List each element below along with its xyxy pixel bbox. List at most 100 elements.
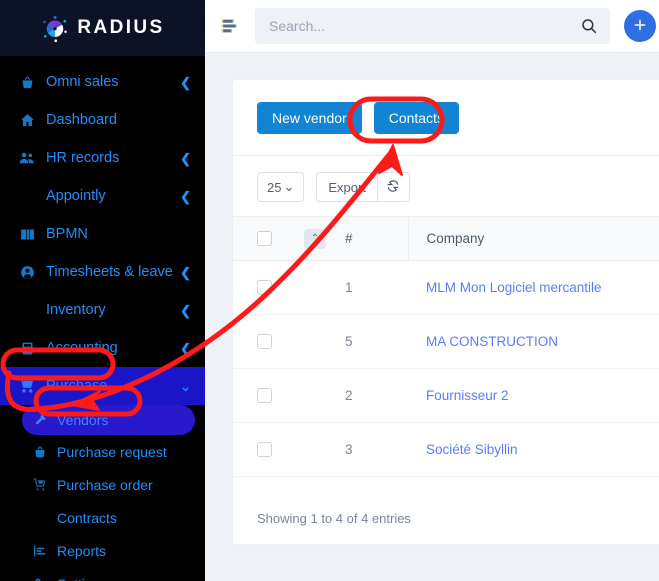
chevron-left-icon: ❮ xyxy=(180,302,191,318)
list-menu-icon[interactable] xyxy=(219,15,241,37)
company-link[interactable]: Fournisseur 2 xyxy=(426,388,509,403)
row-company-cell: MA CONSTRUCTION xyxy=(408,314,659,369)
chevron-left-icon: ❮ xyxy=(180,150,191,166)
vendors-table: ⌃ # Company 1 MLM Mon Logiciel mercantil… xyxy=(233,216,659,477)
sidebar-item-hr-records[interactable]: HR records ❮ xyxy=(0,139,205,177)
sidebar-item-label: Accounting xyxy=(46,340,118,356)
sidebar-item-label: Inventory xyxy=(46,302,106,318)
action-button-row: New vendor Contacts xyxy=(233,102,659,134)
chevron-left-icon: ❮ xyxy=(180,264,191,280)
topbar xyxy=(205,0,659,53)
row-num-cell: 2 xyxy=(331,368,408,423)
row-spacer-cell xyxy=(299,260,331,315)
search-box[interactable] xyxy=(255,8,610,44)
cart-plus-icon xyxy=(30,477,50,493)
row-checkbox[interactable] xyxy=(257,334,272,349)
sidebar-subitem-label: Setting xyxy=(57,576,191,581)
table-row[interactable]: 1 MLM Mon Logiciel mercantile xyxy=(233,260,659,315)
row-select-cell xyxy=(233,422,299,477)
company-link[interactable]: MLM Mon Logiciel mercantile xyxy=(426,280,602,295)
hammer-icon xyxy=(30,413,50,428)
chevron-left-icon: ❮ xyxy=(180,188,191,204)
sidebar-item-purchase-request[interactable]: Purchase request xyxy=(0,435,205,468)
brand-name: RADIUS xyxy=(77,17,165,38)
row-select-cell xyxy=(233,314,299,369)
book-icon xyxy=(16,226,38,243)
sidebar-item-dashboard[interactable]: Dashboard xyxy=(0,101,205,139)
basket-icon xyxy=(30,444,50,460)
row-num-cell: 3 xyxy=(331,422,408,477)
sidebar-item-timesheets-leave[interactable]: Timesheets & leave ❮ xyxy=(0,253,205,291)
row-checkbox[interactable] xyxy=(257,442,272,457)
table-body: 1 MLM Mon Logiciel mercantile 5 MA CONST… xyxy=(233,260,659,477)
bar-chart-icon xyxy=(30,543,50,559)
sidebar-item-reports[interactable]: Reports xyxy=(0,534,205,567)
sidebar-subitem-label: Purchase order xyxy=(57,476,153,493)
company-link[interactable]: Société Sibyllin xyxy=(426,442,518,457)
table-row[interactable]: 5 MA CONSTRUCTION xyxy=(233,314,659,369)
column-header-company[interactable]: Company xyxy=(407,216,659,261)
row-num-cell: 5 xyxy=(331,314,408,369)
row-spacer-cell xyxy=(299,368,331,423)
user-circle-icon xyxy=(16,264,38,281)
sidebar-item-accounting[interactable]: Accounting ❮ xyxy=(0,329,205,367)
app-root: RADIUS Omni sales ❮ Dashboard HR records… xyxy=(0,0,659,581)
row-checkbox[interactable] xyxy=(257,280,272,295)
row-spacer-cell xyxy=(299,422,331,477)
select-all-header xyxy=(233,216,299,261)
sidebar-item-label: BPMN xyxy=(46,226,88,242)
row-select-cell xyxy=(233,260,299,315)
chevron-left-icon: ❮ xyxy=(180,74,191,90)
sidebar-nav: Omni sales ❮ Dashboard HR records ❮ Appo… xyxy=(0,56,205,581)
sidebar-item-bpmn[interactable]: BPMN xyxy=(0,215,205,253)
sidebar-item-purchase-order[interactable]: Purchase order xyxy=(0,468,205,501)
row-company-cell: Fournisseur 2 xyxy=(408,368,659,423)
search-input[interactable] xyxy=(269,18,580,34)
sidebar-item-label: Dashboard xyxy=(46,112,117,128)
sort-ascending-icon[interactable]: ⌃ xyxy=(304,228,326,249)
page-length-select[interactable]: 25 ⌄ xyxy=(257,172,305,202)
row-company-cell: MLM Mon Logiciel mercantile xyxy=(408,260,659,315)
sidebar-item-appointly[interactable]: Appointly ❮ xyxy=(0,177,205,215)
sidebar: RADIUS Omni sales ❮ Dashboard HR records… xyxy=(0,0,205,581)
sidebar-subitem-label: Purchase request xyxy=(57,443,167,460)
column-header-num[interactable]: # xyxy=(331,216,408,261)
sidebar-item-label: Purchase xyxy=(46,378,108,394)
sidebar-item-label: Appointly xyxy=(46,188,106,204)
home-icon xyxy=(16,112,38,129)
cart-icon xyxy=(16,377,38,395)
sidebar-item-label: HR records xyxy=(46,150,120,166)
export-button[interactable]: Export xyxy=(316,172,378,202)
sidebar-item-setting[interactable]: Setting xyxy=(0,567,205,581)
row-spacer-cell xyxy=(299,314,331,369)
sidebar-item-label: Timesheets & leave xyxy=(46,264,173,280)
refresh-button[interactable] xyxy=(377,172,410,202)
page-length-value: 25 xyxy=(267,179,282,195)
sidebar-subitem-label: Contracts xyxy=(57,509,117,526)
search-icon[interactable] xyxy=(580,17,598,35)
row-select-cell xyxy=(233,368,299,423)
company-link[interactable]: MA CONSTRUCTION xyxy=(426,334,558,349)
basket-icon xyxy=(16,74,38,91)
table-row[interactable]: 2 Fournisseur 2 xyxy=(233,368,659,423)
contacts-button[interactable]: Contacts xyxy=(373,102,459,134)
sidebar-item-label: Omni sales xyxy=(46,74,119,90)
sidebar-item-vendors[interactable]: Vendors xyxy=(22,405,195,435)
sidebar-item-purchase[interactable]: Purchase ⌄ xyxy=(0,367,205,405)
new-vendor-button[interactable]: New vendor xyxy=(257,102,362,134)
sidebar-subitem-label: Vendors xyxy=(57,412,109,428)
gears-icon xyxy=(30,576,50,581)
sidebar-item-contracts[interactable]: Contracts xyxy=(0,501,205,534)
refresh-icon xyxy=(386,179,400,196)
chevron-down-icon: ⌄ xyxy=(180,378,191,394)
users-icon xyxy=(16,149,38,167)
sidebar-item-omni-sales[interactable]: Omni sales ❮ xyxy=(0,63,205,101)
table-row[interactable]: 3 Société Sibyllin xyxy=(233,422,659,477)
sidebar-item-inventory[interactable]: Inventory ❮ xyxy=(0,291,205,329)
vendors-card: New vendor Contacts 25 ⌄ Export ⌃ # Comp… xyxy=(233,80,659,544)
table-controls: 25 ⌄ Export xyxy=(233,156,659,202)
table-info-text: Showing 1 to 4 of 4 entries xyxy=(257,511,411,526)
add-button[interactable] xyxy=(624,10,656,42)
row-checkbox[interactable] xyxy=(257,388,272,403)
select-all-checkbox[interactable] xyxy=(257,231,272,246)
